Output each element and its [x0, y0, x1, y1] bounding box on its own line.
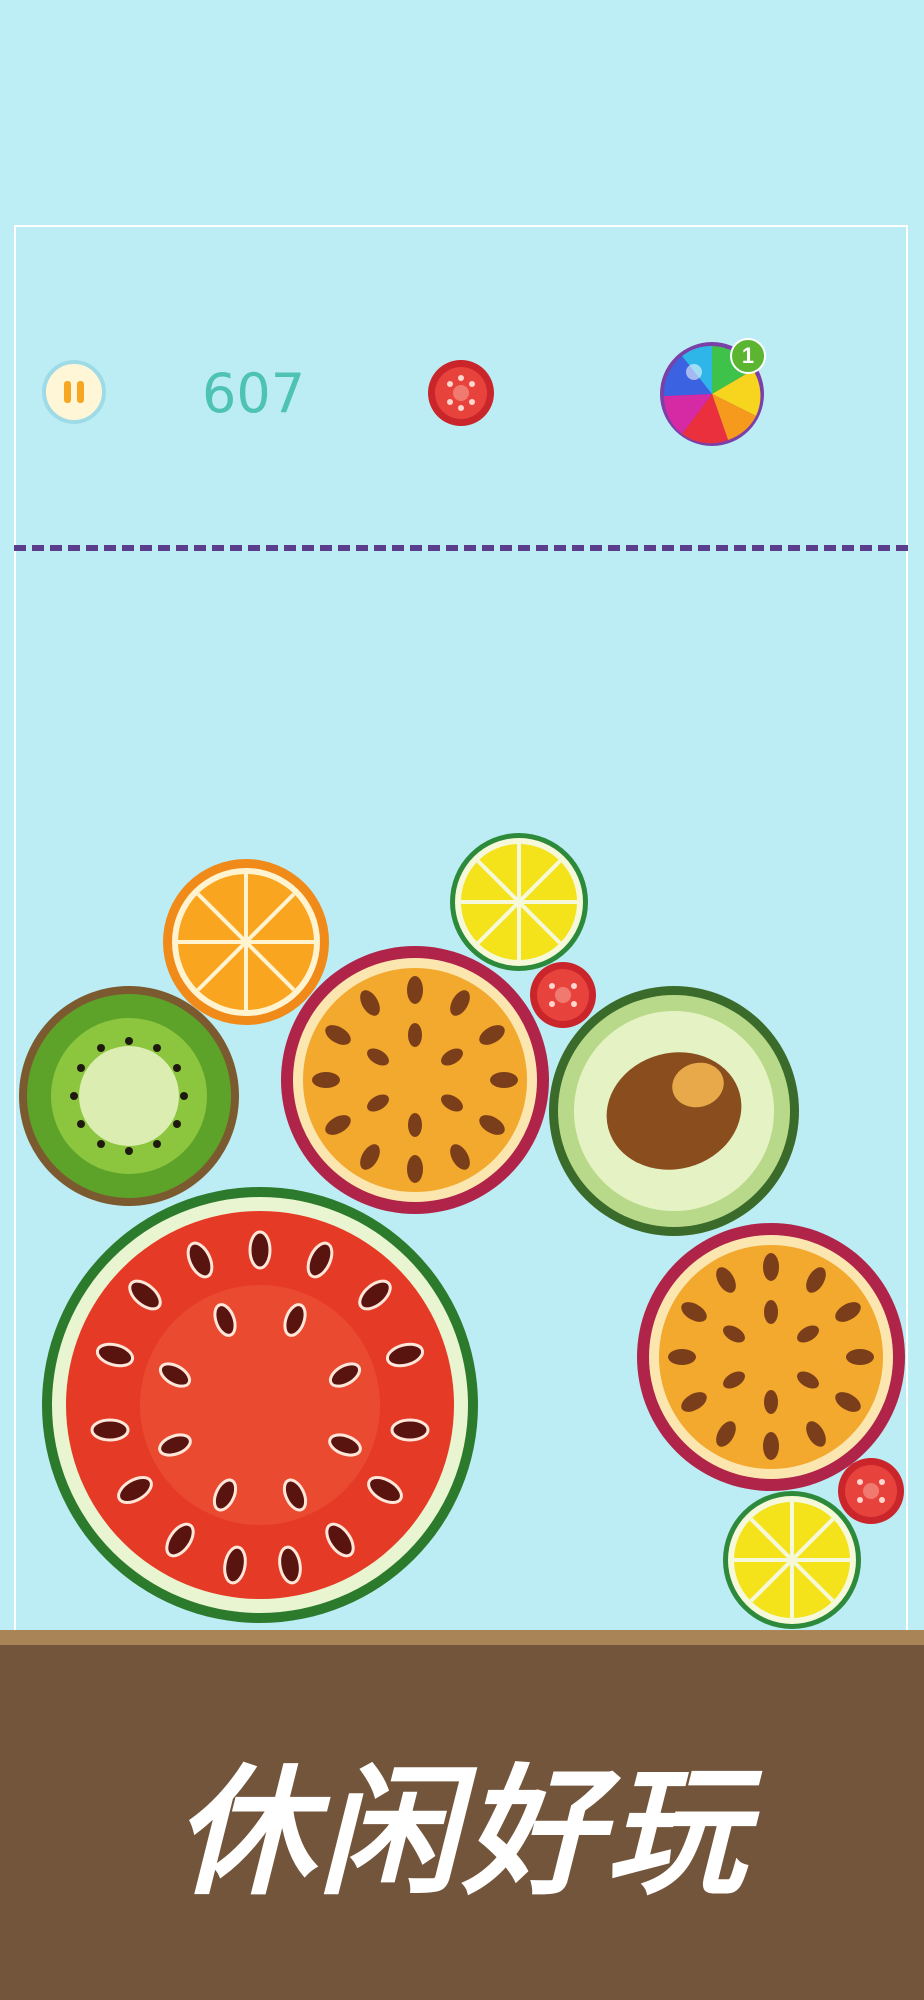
pause-button[interactable] — [42, 360, 106, 424]
ground-edge — [0, 1630, 924, 1645]
sky-background — [0, 0, 924, 225]
fruit-lemon — [723, 1491, 861, 1629]
bomb-count-badge: 1 — [730, 338, 766, 374]
fruit-avocado — [549, 986, 799, 1236]
pause-icon — [64, 381, 71, 403]
danger-line — [14, 545, 908, 551]
fruit-passion-fruit — [281, 946, 549, 1214]
fruit-passion-fruit — [637, 1223, 905, 1491]
fruit-watermelon — [42, 1187, 478, 1623]
slogan-banner: 休闲好玩 — [173, 1752, 750, 1915]
next-fruit-tomato-icon — [428, 360, 494, 426]
score-counter: 607 — [202, 362, 306, 425]
